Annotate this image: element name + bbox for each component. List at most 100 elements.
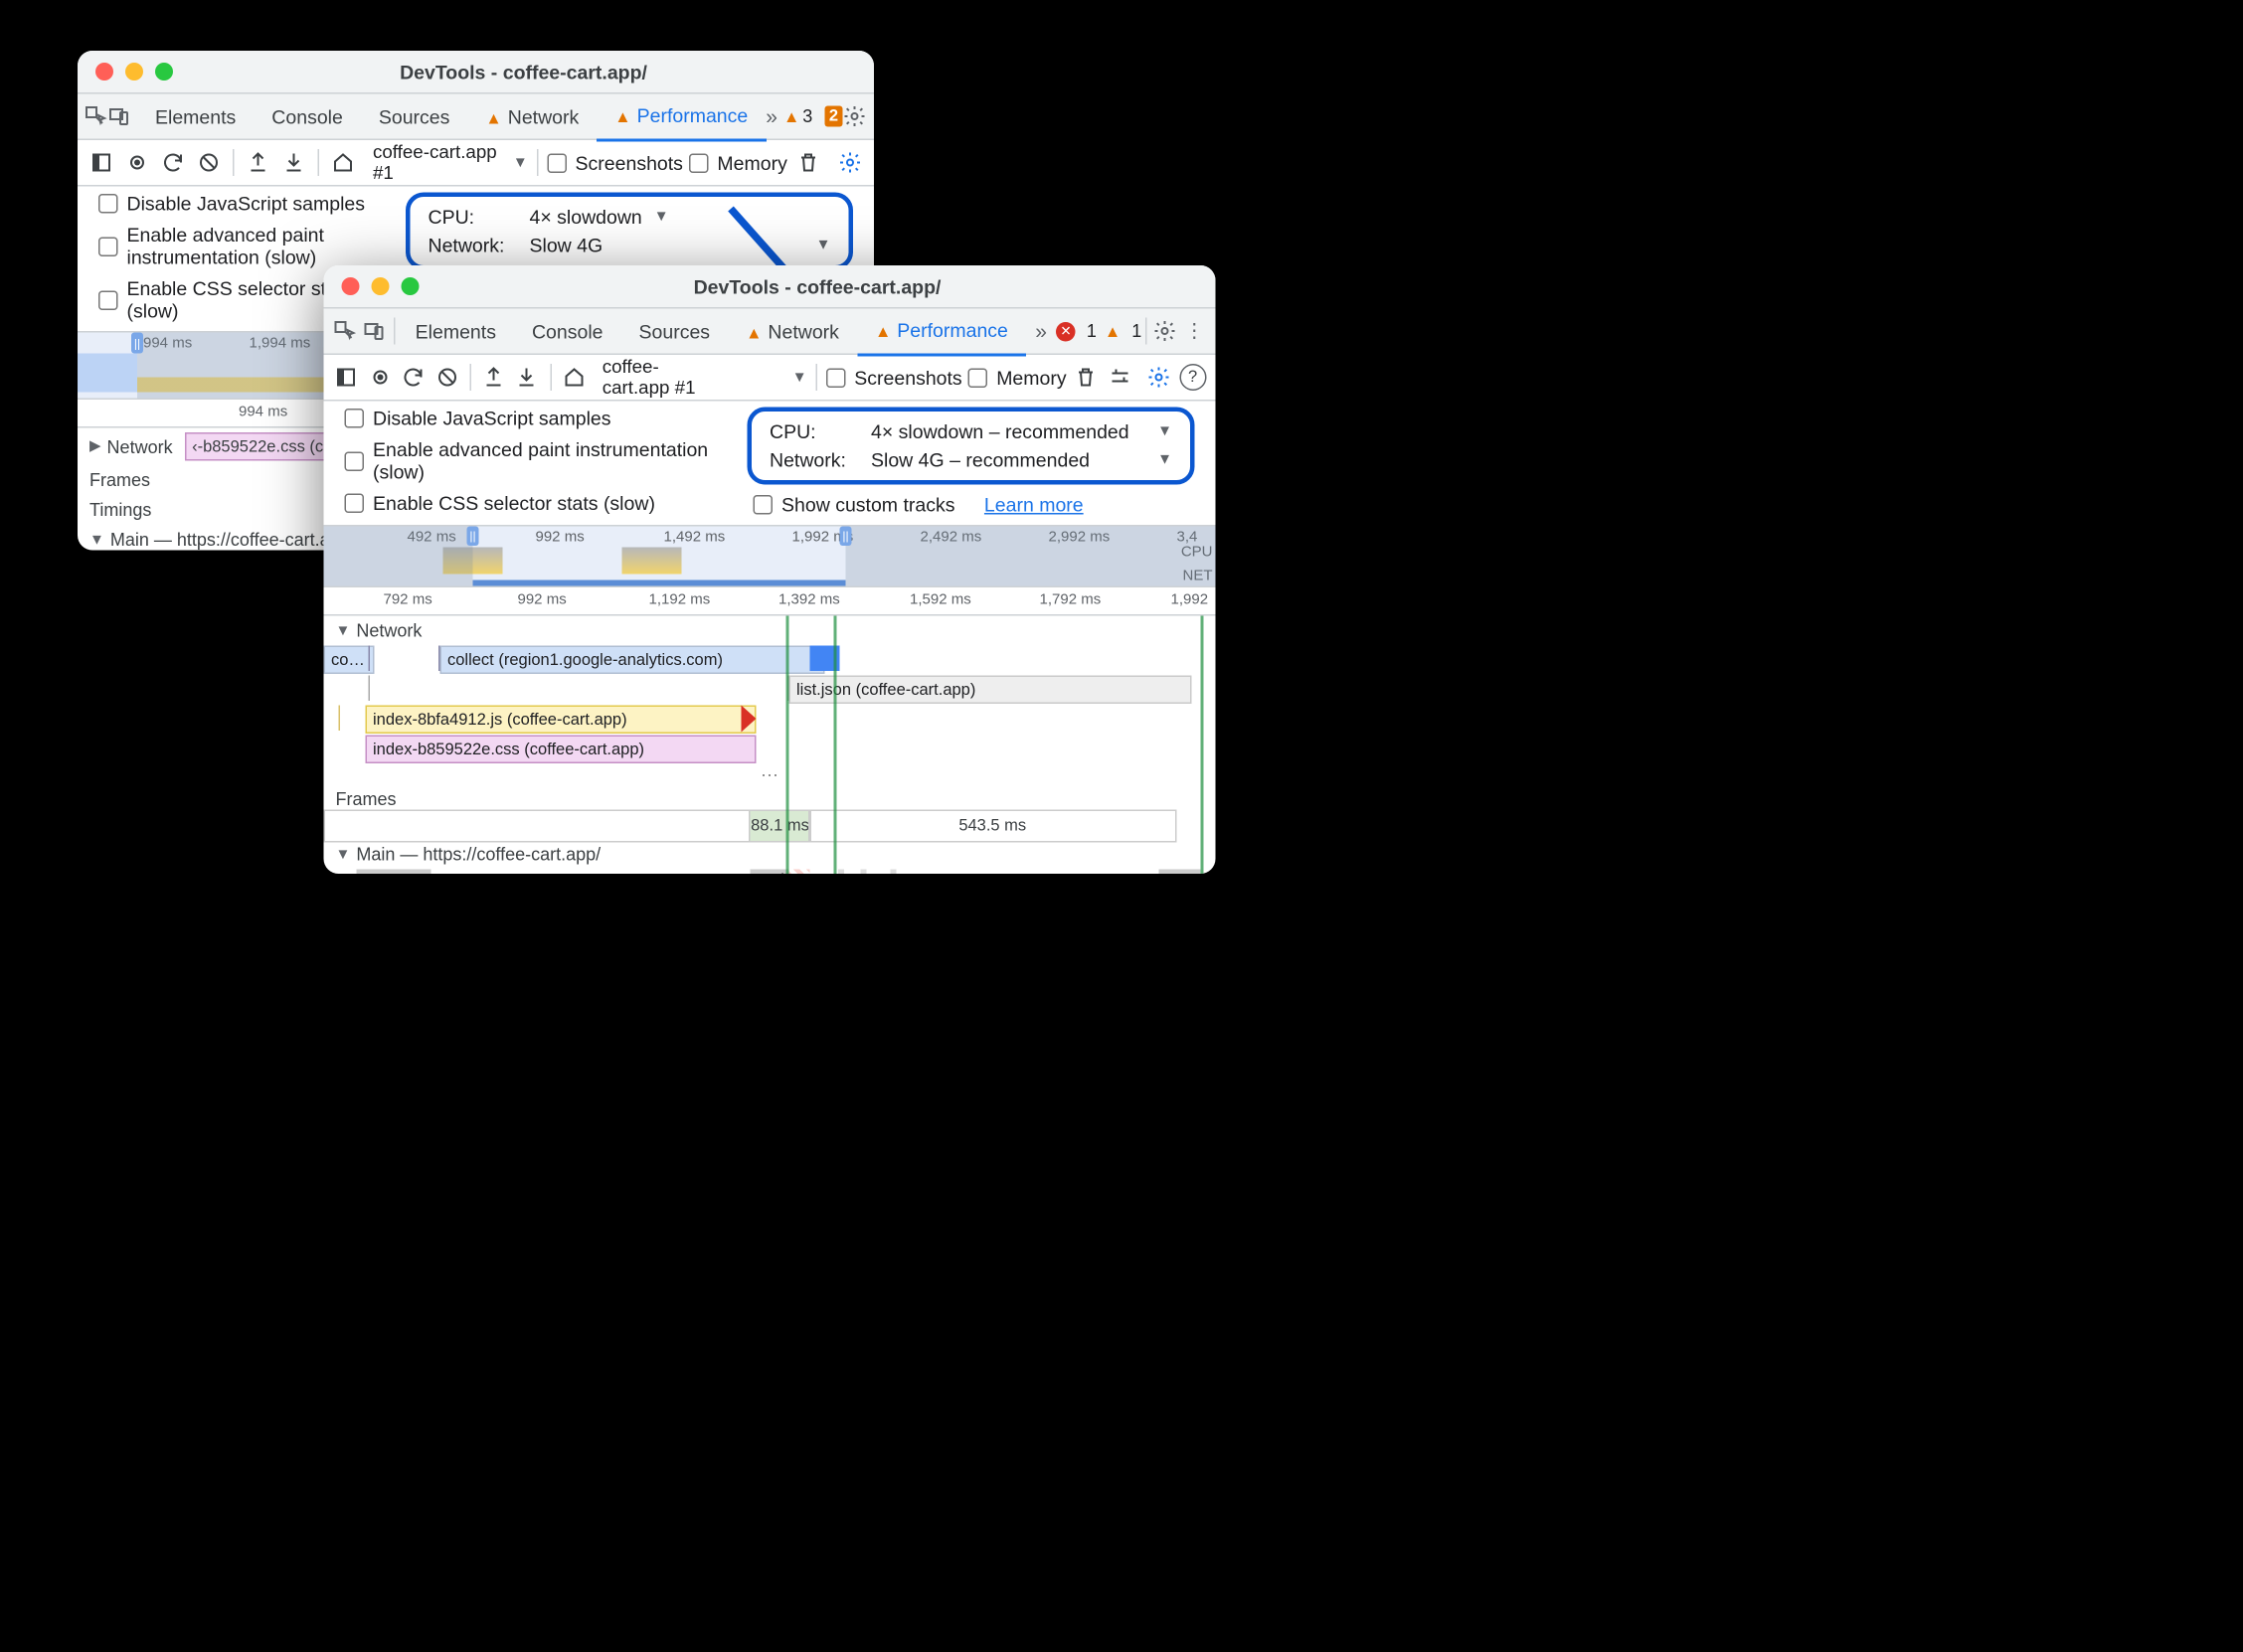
cpu-throttle-select[interactable]: CPU:4× slowdown▼	[429, 206, 831, 229]
kebab-icon[interactable]: ⋮	[867, 98, 875, 134]
custom-tracks-checkbox[interactable]: Show custom tracks	[754, 494, 955, 517]
maximize-icon[interactable]	[155, 63, 173, 81]
paint-instrumentation-checkbox[interactable]: Enable advanced paint instrumentation (s…	[98, 224, 406, 268]
main-track-header[interactable]: ▼Main — https://coffee-cart.app/	[324, 840, 1216, 870]
more-tabs-icon[interactable]: »	[1026, 313, 1056, 349]
overview-handle[interactable]: ||	[131, 333, 143, 354]
errors-badge[interactable]: ✕ 1	[1056, 321, 1097, 342]
traffic-lights	[78, 63, 173, 81]
disclosure-icon: ▼	[336, 622, 351, 639]
download-icon[interactable]	[513, 360, 541, 396]
warnings-badge[interactable]: 32	[783, 106, 843, 127]
timeline-overview[interactable]: 492 ms 992 ms 1,492 ms 1,992 ms 2,492 ms…	[324, 527, 1216, 588]
frames-track-header[interactable]: Frames	[324, 786, 1216, 810]
tab-elements[interactable]: Elements	[137, 94, 254, 139]
inspect-icon[interactable]	[330, 313, 360, 349]
network-request[interactable]: index-8bfa4912.js (coffee-cart.app)	[366, 706, 757, 735]
clear-icon[interactable]	[194, 145, 224, 181]
request-error-icon	[742, 706, 757, 733]
record-icon[interactable]	[122, 145, 152, 181]
main-tabs: Elements Console Sources Network Perform…	[324, 309, 1216, 356]
chevron-down-icon: ▼	[654, 209, 669, 226]
minimize-icon[interactable]	[372, 277, 390, 295]
cpu-throttle-select[interactable]: CPU:4× slowdown – recommended▼	[770, 420, 1172, 443]
memory-checkbox[interactable]: Memory	[689, 151, 787, 174]
chevron-down-icon: ▼	[513, 154, 528, 171]
main-tabs: Elements Console Sources Network Perform…	[78, 94, 874, 141]
memory-checkbox[interactable]: Memory	[968, 366, 1067, 389]
maximize-icon[interactable]	[402, 277, 420, 295]
network-lane-1: co… collect (region1.google-analytics.co…	[324, 646, 1216, 676]
tab-performance[interactable]: Performance	[857, 308, 1026, 356]
network-track-header[interactable]: ▼Network	[324, 616, 1216, 646]
trash-icon[interactable]	[793, 145, 823, 181]
tab-console[interactable]: Console	[254, 94, 361, 139]
flame-chart[interactable]: Task DCL FCP LCP	[324, 870, 1216, 875]
device-toggle-icon[interactable]	[107, 98, 131, 134]
gear-icon[interactable]	[843, 98, 867, 134]
ellipsis-icon: ⋯	[324, 765, 1216, 786]
throttling-highlight: CPU:4× slowdown – recommended▼ Network:S…	[748, 408, 1195, 485]
calibrate-icon[interactable]	[1106, 360, 1133, 396]
perf-toolbar: coffee-cart.app #1 ▼ Screenshots Memory	[78, 140, 874, 187]
frame-segment[interactable]: 543.5 ms	[808, 810, 1177, 843]
network-request[interactable]: co…	[324, 646, 375, 675]
marker-line-fcp	[786, 616, 789, 875]
home-icon[interactable]	[560, 360, 588, 396]
network-request[interactable]: collect (region1.google-analytics.com)	[440, 646, 825, 675]
tab-network[interactable]: Network	[728, 309, 857, 354]
throttling-highlight: CPU:4× slowdown▼ Network:Slow 4G▼	[406, 193, 853, 270]
tab-sources[interactable]: Sources	[361, 94, 468, 139]
record-icon[interactable]	[366, 360, 394, 396]
upload-icon[interactable]	[244, 145, 273, 181]
disclosure-icon: ▼	[89, 532, 104, 549]
warnings-badge[interactable]: 1	[1097, 321, 1141, 342]
device-toggle-icon[interactable]	[360, 313, 390, 349]
disable-js-checkbox[interactable]: Disable JavaScript samples	[345, 408, 748, 430]
minimize-icon[interactable]	[125, 63, 143, 81]
dock-icon[interactable]	[86, 145, 116, 181]
settings-icon[interactable]	[1145, 360, 1173, 396]
settings-icon[interactable]	[835, 145, 865, 181]
time-ruler[interactable]: 792 ms 992 ms 1,192 ms 1,392 ms 1,592 ms…	[324, 587, 1216, 616]
reload-icon[interactable]	[400, 360, 428, 396]
frame-segment[interactable]: 88.1 ms	[749, 810, 811, 843]
tab-elements[interactable]: Elements	[398, 309, 514, 354]
task-block[interactable]: Task	[751, 870, 789, 875]
download-icon[interactable]	[279, 145, 309, 181]
screenshots-checkbox[interactable]: Screenshots	[826, 366, 962, 389]
tab-console[interactable]: Console	[514, 309, 621, 354]
disable-js-checkbox[interactable]: Disable JavaScript samples	[98, 193, 406, 216]
gear-icon[interactable]	[1149, 313, 1179, 349]
network-throttle-select[interactable]: Network:Slow 4G▼	[429, 235, 831, 257]
trash-icon[interactable]	[1073, 360, 1101, 396]
paint-instrumentation-checkbox[interactable]: Enable advanced paint instrumentation (s…	[345, 438, 748, 483]
long-task-icon	[789, 870, 810, 875]
css-stats-checkbox[interactable]: Enable CSS selector stats (slow)	[345, 492, 748, 515]
warning-icon	[485, 105, 501, 128]
screenshots-checkbox[interactable]: Screenshots	[547, 151, 683, 174]
inspect-icon[interactable]	[84, 98, 107, 134]
overview-handle-right[interactable]: ||	[840, 527, 852, 547]
upload-icon[interactable]	[479, 360, 507, 396]
tab-network[interactable]: Network	[467, 94, 597, 139]
clear-icon[interactable]	[433, 360, 461, 396]
dock-icon[interactable]	[333, 360, 361, 396]
overview-handle-left[interactable]: ||	[467, 527, 479, 547]
more-tabs-icon[interactable]: »	[766, 98, 777, 134]
marker-line-lcp	[1201, 616, 1204, 875]
reload-icon[interactable]	[158, 145, 188, 181]
learn-more-link[interactable]: Learn more	[984, 494, 1084, 517]
kebab-icon[interactable]: ⋮	[1179, 313, 1209, 349]
close-icon[interactable]	[342, 277, 360, 295]
network-request[interactable]: index-b859522e.css (coffee-cart.app)	[366, 736, 757, 764]
close-icon[interactable]	[95, 63, 113, 81]
home-icon[interactable]	[328, 145, 358, 181]
tab-sources[interactable]: Sources	[621, 309, 729, 354]
network-throttle-select[interactable]: Network:Slow 4G – recommended▼	[770, 449, 1172, 472]
network-request[interactable]: list.json (coffee-cart.app)	[789, 676, 1192, 705]
recording-select[interactable]: coffee-cart.app #1	[364, 146, 507, 179]
recording-select[interactable]: coffee-cart.app #1	[594, 361, 727, 394]
help-icon[interactable]: ?	[1179, 360, 1207, 396]
tab-performance[interactable]: Performance	[597, 93, 766, 141]
